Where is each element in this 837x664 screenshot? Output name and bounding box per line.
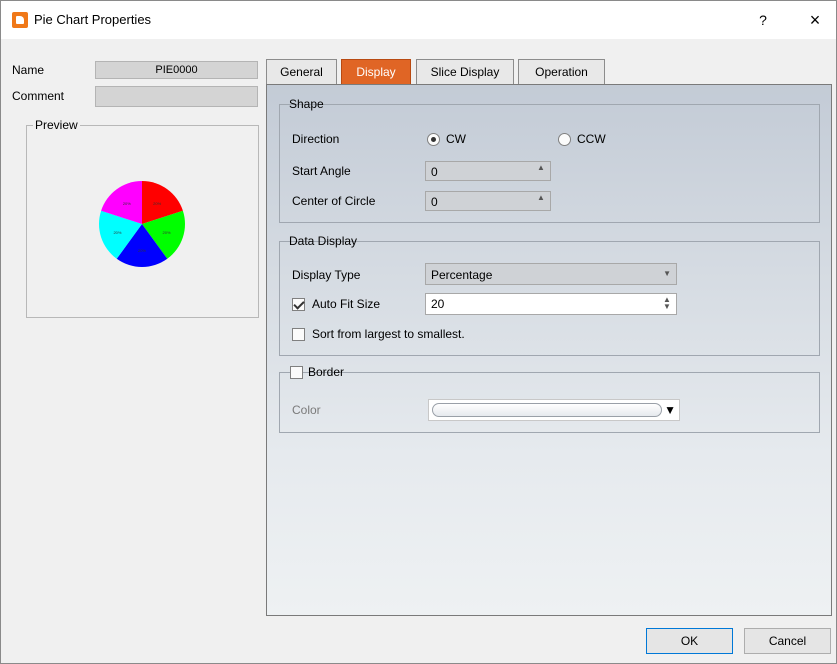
cancel-button[interactable]: Cancel [744,628,831,654]
pie-slice-label: 20% [153,201,161,206]
sort-label: Sort from largest to smallest. [312,327,465,341]
data-display-group: Data Display Display Type Percentage ▼ A… [279,234,820,356]
help-button[interactable]: ? [753,10,773,30]
comment-field[interactable] [95,86,258,107]
shape-group: Shape Direction CW CCW Start Angle 0 ▲ C… [279,97,820,223]
color-label: Color [292,403,321,417]
title-bar: Pie Chart Properties ? × [1,1,836,39]
border-checkbox[interactable] [290,366,303,379]
start-angle-label: Start Angle [292,164,351,178]
pie-chart-properties-dialog: Pie Chart Properties ? × Name PIE0000 Co… [0,0,837,664]
shape-legend: Shape [289,97,324,111]
cw-label: CW [446,132,466,146]
pie-slice-label: 20% [123,201,131,206]
center-of-circle-label: Center of Circle [292,194,376,208]
center-of-circle-spinner[interactable]: 0 ▲ [425,191,551,211]
tab-slice-display[interactable]: Slice Display [416,59,514,84]
tab-operation[interactable]: Operation [518,59,605,84]
auto-fit-size-spinner[interactable]: 20 ▲ ▼ [425,293,677,315]
direction-label: Direction [292,132,340,146]
spin-up-icon[interactable]: ▲ [536,164,546,178]
data-display-legend: Data Display [289,234,358,248]
ccw-label: CCW [577,132,606,146]
name-label: Name [12,63,45,77]
cw-radio[interactable] [427,133,440,146]
pie-slice-label: 20% [138,248,146,253]
comment-label: Comment [12,89,65,103]
tab-display[interactable]: Display [341,59,411,84]
display-type-label: Display Type [292,268,361,282]
name-field[interactable]: PIE0000 [95,61,258,79]
chevron-down-icon[interactable]: ▼ [663,269,671,278]
window-title: Pie Chart Properties [34,12,152,27]
display-type-value: Percentage [431,268,493,282]
close-button[interactable]: × [803,8,827,32]
tab-general[interactable]: General [266,59,337,84]
spin-up-icon[interactable]: ▲ [536,194,546,208]
start-angle-value: 0 [431,165,438,179]
center-of-circle-value: 0 [431,195,438,209]
border-legend: Border [308,365,345,379]
auto-fit-size-label: Auto Fit Size [312,297,381,311]
color-swatch [432,403,662,417]
ok-button[interactable]: OK [646,628,733,654]
auto-fit-size-value: 20 [431,297,445,311]
preview-group: Preview 20% 20% 20% 20% 20% [26,118,259,318]
border-color-picker[interactable]: ▼ [428,399,680,421]
auto-fit-size-checkbox[interactable] [292,298,305,311]
dropdown-arrow-icon[interactable]: ▼ [664,403,676,417]
display-type-select[interactable]: Percentage ▼ [425,263,677,285]
border-group: Border Color ▼ [279,365,820,433]
ccw-radio[interactable] [558,133,571,146]
spin-updown-icon[interactable]: ▲ ▼ [662,296,672,311]
pie-slice-label: 20% [113,230,121,235]
pie-slice-label: 20% [163,230,171,235]
app-icon [12,12,28,28]
display-tab-panel: Shape Direction CW CCW Start Angle 0 ▲ C… [266,84,832,616]
sort-checkbox[interactable] [292,328,305,341]
pie-preview: 20% 20% 20% 20% 20% [99,181,185,267]
start-angle-spinner[interactable]: 0 ▲ [425,161,551,181]
